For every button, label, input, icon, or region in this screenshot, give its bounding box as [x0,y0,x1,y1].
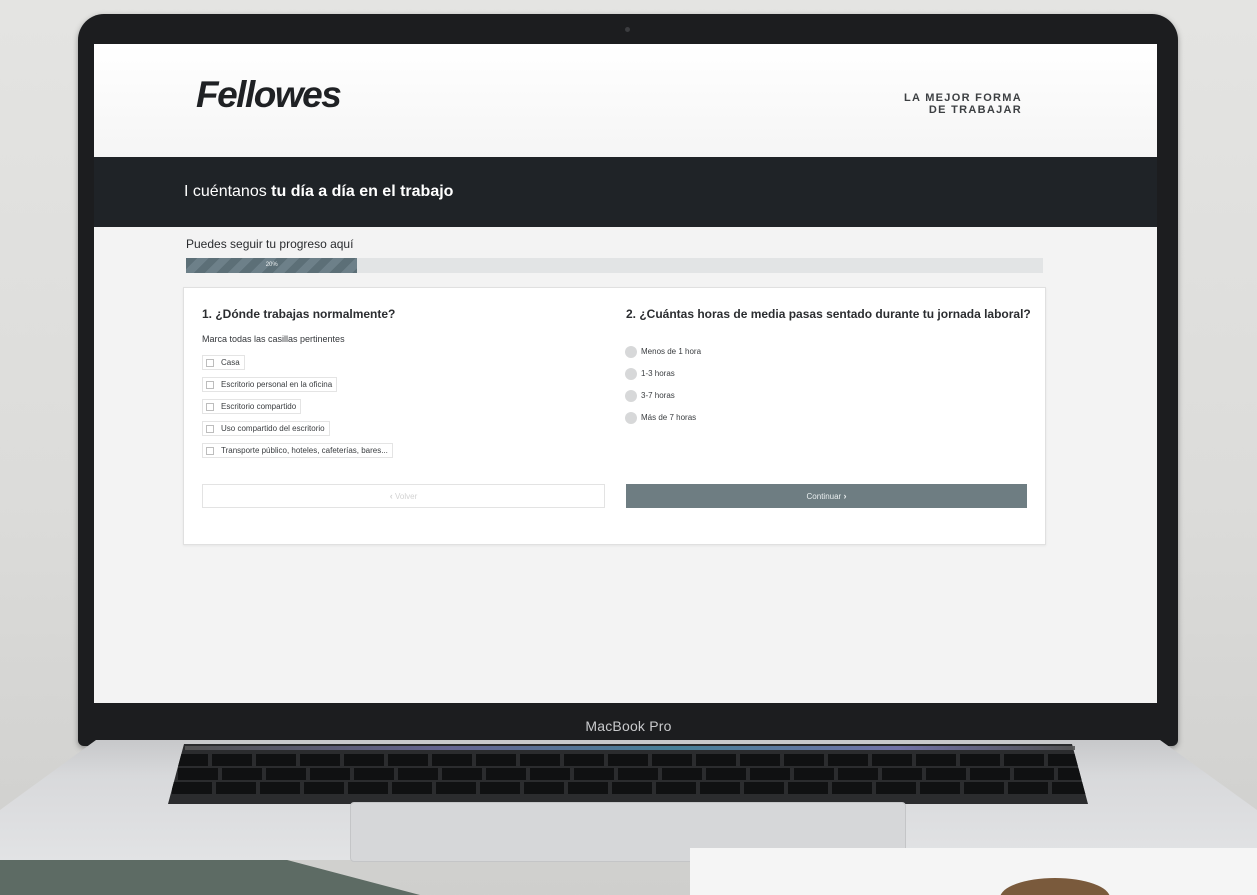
checkbox-icon[interactable] [206,447,214,455]
checkbox-icon[interactable] [206,425,214,433]
checkbox-option-transporte-publico[interactable]: Transporte público, hoteles, cafeterías,… [202,443,393,458]
keyboard-row [178,768,1088,780]
continue-button-label: Continuar [806,492,842,501]
question-1-hint: Marca todas las casillas pertinentes [202,334,345,344]
camera-icon [625,27,630,32]
chevron-right-icon: › [843,491,847,501]
laptop-keyboard [168,744,1088,804]
radio-option-3-7-horas[interactable]: 3-7 horas [625,390,675,402]
laptop-screen: Fellowes LA MEJOR FORMA DE TRABAJAR I cu… [94,44,1157,703]
radio-icon[interactable] [625,368,637,380]
page-title-bar: I cuéntanos tu día a día en el trabajo [94,157,1157,227]
radio-label: 1-3 horas [641,369,675,378]
chevron-left-icon: ‹ [389,491,393,501]
device-brand-label: MacBook Pro [585,718,672,734]
checkbox-option-casa[interactable]: Casa [202,355,245,370]
touch-bar [185,746,1075,750]
keyboard-row [168,754,1088,766]
page-title: I cuéntanos tu día a día en el trabajo [184,183,453,201]
tagline-line-2: DE TRABAJAR [928,104,1022,116]
radio-label: Menos de 1 hora [641,347,702,356]
checkbox-label: Escritorio personal en la oficina [221,380,333,389]
radio-option-1-3-horas[interactable]: 1-3 horas [625,368,675,380]
radio-option-mas-7-horas[interactable]: Más de 7 horas [625,412,696,424]
back-button[interactable]: ‹ Volver [202,484,605,508]
progress-bar: 20% [186,258,1043,273]
checkbox-option-uso-compartido[interactable]: Uso compartido del escritorio [202,421,330,436]
site-header: Fellowes LA MEJOR FORMA DE TRABAJAR [94,44,1157,157]
progress-label: Puedes seguir tu progreso aquí [186,237,354,251]
radio-icon[interactable] [625,412,637,424]
keyboard-row [172,782,1088,794]
question-2-title: 2. ¿Cuántas horas de media pasas sentado… [626,307,1031,321]
checkbox-option-escritorio-personal[interactable]: Escritorio personal en la oficina [202,377,338,392]
checkbox-option-escritorio-compartido[interactable]: Escritorio compartido [202,399,302,414]
checkbox-label: Uso compartido del escritorio [221,424,325,433]
radio-label: 3-7 horas [641,391,675,400]
checkbox-icon[interactable] [206,359,214,367]
radio-icon[interactable] [625,346,637,358]
radio-option-menos-1-hora[interactable]: Menos de 1 hora [625,346,701,358]
back-button-label: Volver [395,492,418,501]
decorative-white-shape [690,848,1257,895]
progress-bar-fill: 20% [186,258,358,273]
radio-icon[interactable] [625,390,637,402]
checkbox-icon[interactable] [206,403,214,411]
checkbox-label: Casa [221,358,240,367]
survey-card: 1. ¿Dónde trabajas normalmente? Marca to… [183,287,1046,545]
checkbox-icon[interactable] [206,381,214,389]
continue-button[interactable]: Continuar › [626,484,1027,508]
tagline-line-1: LA MEJOR FORMA [903,92,1022,104]
page-title-prefix: I cuéntanos [184,183,272,200]
fellowes-logo[interactable]: Fellowes [196,74,342,116]
checkbox-label: Escritorio compartido [221,402,297,411]
header-tagline: LA MEJOR FORMA DE TRABAJAR [904,92,1022,116]
page-title-emphasis: tu día a día en el trabajo [271,183,454,200]
radio-label: Más de 7 horas [641,413,697,422]
question-1-title: 1. ¿Dónde trabajas normalmente? [202,307,396,321]
checkbox-label: Transporte público, hoteles, cafeterías,… [221,446,388,455]
